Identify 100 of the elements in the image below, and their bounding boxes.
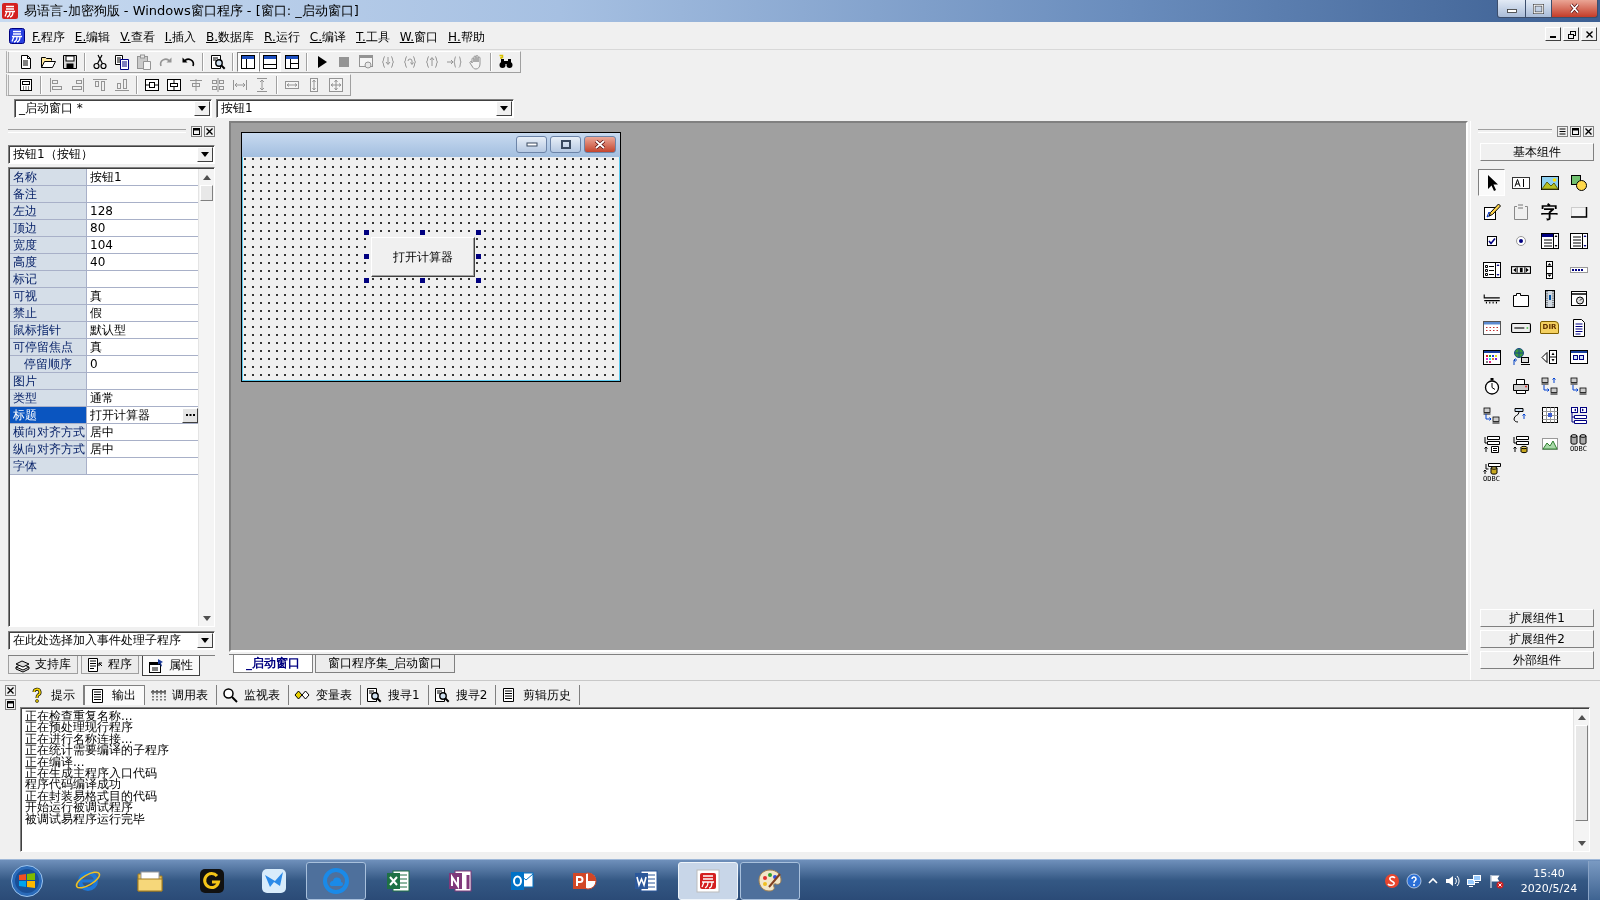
property-value[interactable]: 0	[87, 356, 198, 372]
panel-tab[interactable]: 剪辑历史	[496, 685, 581, 705]
dropdown-button[interactable]	[496, 101, 512, 116]
document-tab[interactable]: _启动窗口	[233, 655, 313, 673]
toolbar-button[interactable]	[237, 51, 259, 72]
tool-button[interactable]: 字	[1536, 198, 1563, 225]
property-name[interactable]: 左边	[10, 203, 87, 219]
property-value[interactable]: 默认型	[87, 322, 198, 338]
menu-item[interactable]: V.查看	[115, 25, 160, 46]
close-button[interactable]	[204, 125, 215, 137]
property-value[interactable]: 居中	[87, 441, 198, 457]
menu-item[interactable]: F.程序	[27, 25, 70, 46]
property-name[interactable]: 宽度	[10, 237, 87, 253]
panel-tab[interactable]: 支持库	[8, 656, 78, 674]
panel-tab[interactable]: 输出	[84, 685, 145, 705]
category-button[interactable]: 外部组件	[1480, 651, 1594, 669]
category-button[interactable]: 基本组件	[1480, 143, 1594, 161]
help-icon[interactable]	[1406, 872, 1422, 889]
flag-icon[interactable]	[1488, 872, 1504, 889]
property-name[interactable]: 顶边	[10, 220, 87, 236]
resize-handle[interactable]	[476, 254, 481, 259]
maximize-button[interactable]	[550, 136, 581, 153]
dropdown-button[interactable]	[197, 147, 213, 162]
property-name[interactable]: 名称	[10, 169, 87, 185]
dropdown-button[interactable]	[197, 633, 213, 648]
menu-item[interactable]: I.插入	[159, 25, 202, 46]
form-button[interactable]: 打开计算器	[371, 237, 475, 277]
minimize-button[interactable]	[1497, 0, 1526, 18]
scrollbar[interactable]	[198, 169, 214, 626]
menu-item[interactable]: C.编译	[304, 25, 352, 46]
resize-handle[interactable]	[364, 230, 369, 235]
property-value[interactable]: 按钮1	[87, 169, 198, 185]
property-value[interactable]: 打开计算器	[87, 407, 198, 423]
property-name[interactable]: 图片	[10, 373, 87, 389]
resize-handle[interactable]	[364, 254, 369, 259]
property-name[interactable]: 可停留焦点	[10, 339, 87, 355]
property-name[interactable]: 鼠标指针	[10, 322, 87, 338]
menu-item[interactable]: T.工具	[351, 25, 395, 46]
property-value[interactable]: 通常	[87, 390, 198, 406]
close-button[interactable]	[5, 685, 16, 696]
toolbar-button[interactable]	[259, 51, 281, 72]
property-value[interactable]: 假	[87, 305, 198, 321]
panel-tab[interactable]: 属性	[142, 656, 200, 676]
property-name[interactable]: 标记	[10, 271, 87, 287]
property-name[interactable]: 高度	[10, 254, 87, 270]
tool-button[interactable]	[1478, 169, 1505, 196]
close-button[interactable]	[1583, 125, 1594, 137]
category-button[interactable]: 扩展组件1	[1480, 609, 1594, 627]
close-button[interactable]	[1552, 0, 1598, 18]
object-dropdown[interactable]: 按钮1（按钮）	[8, 145, 215, 164]
maximize-button[interactable]	[1526, 0, 1552, 18]
scroll-thumb[interactable]	[1575, 725, 1588, 821]
property-value[interactable]: 真	[87, 288, 198, 304]
property-value[interactable]: 128	[87, 203, 198, 219]
property-name[interactable]: 横向对齐方式	[10, 424, 87, 440]
resize-handle[interactable]	[420, 278, 425, 283]
property-value[interactable]: 104	[87, 237, 198, 253]
menu-item[interactable]: R.运行	[259, 25, 305, 46]
dropdown-field[interactable]: _启动窗口 *	[14, 99, 212, 118]
dock-button[interactable]	[1570, 125, 1581, 137]
panel-tab[interactable]: 调用表	[145, 685, 217, 705]
property-name[interactable]: 纵向对齐方式	[10, 441, 87, 457]
property-name[interactable]: 标题	[10, 407, 87, 423]
panel-tab[interactable]: 搜寻2	[428, 685, 497, 705]
category-button[interactable]: 扩展组件2	[1480, 630, 1594, 648]
menu-item[interactable]: H.帮助	[443, 25, 490, 46]
property-name[interactable]: 停留顺序	[10, 356, 87, 372]
property-value[interactable]: 40	[87, 254, 198, 270]
event-dropdown[interactable]: 在此处选择加入事件处理子程序	[8, 631, 215, 650]
ellipsis-button[interactable]	[182, 407, 198, 423]
resize-handle[interactable]	[476, 230, 481, 235]
panel-tab[interactable]: 监视表	[217, 685, 289, 705]
menu-item[interactable]: E.编辑	[69, 25, 116, 46]
menu-item[interactable]: B.数据库	[201, 25, 260, 46]
resize-handle[interactable]	[476, 278, 481, 283]
property-value[interactable]: 居中	[87, 424, 198, 440]
input-method-icon[interactable]	[1384, 872, 1400, 889]
panel-tab[interactable]: 程序	[81, 656, 139, 674]
property-name[interactable]: 备注	[10, 186, 87, 202]
panel-tab[interactable]: 搜寻1	[361, 685, 429, 705]
dropdown-button[interactable]	[194, 101, 210, 116]
dock-button[interactable]	[191, 125, 202, 137]
network-icon[interactable]	[1466, 872, 1482, 889]
property-name[interactable]: 类型	[10, 390, 87, 406]
restore-button[interactable]	[1563, 27, 1579, 41]
panel-tab[interactable]: 变量表	[289, 685, 361, 705]
resize-handle[interactable]	[420, 230, 425, 235]
scrollbar[interactable]	[1573, 709, 1589, 851]
dock-button[interactable]	[5, 699, 16, 710]
dropdown-field[interactable]: 按钮1	[216, 99, 514, 118]
close-button[interactable]	[584, 136, 616, 153]
property-name[interactable]: 禁止	[10, 305, 87, 321]
resize-handle[interactable]	[364, 278, 369, 283]
document-tab[interactable]: 窗口程序集_启动窗口	[315, 655, 455, 673]
menu-button[interactable]	[1557, 125, 1568, 137]
property-name[interactable]: 可视	[10, 288, 87, 304]
scroll-thumb[interactable]	[200, 185, 213, 201]
property-value[interactable]: 真	[87, 339, 198, 355]
property-value[interactable]: 80	[87, 220, 198, 236]
property-name[interactable]: 字体	[10, 458, 87, 474]
